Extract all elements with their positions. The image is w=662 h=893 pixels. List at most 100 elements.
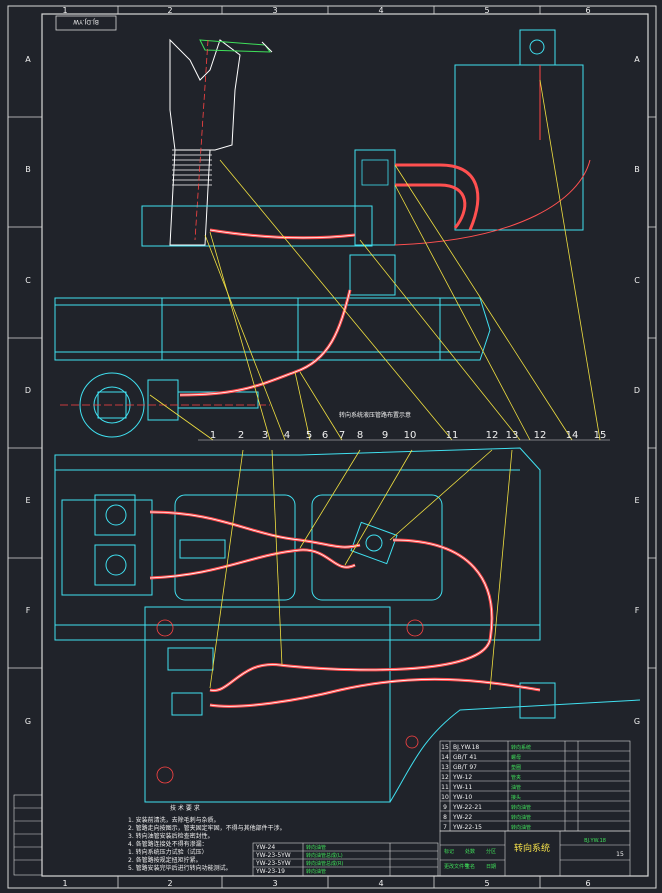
revision-label: 签名 — [465, 863, 475, 870]
column-label: 6 — [585, 6, 590, 15]
callout-number: 7 — [339, 430, 345, 441]
parts-row-name: 转向系统 — [511, 744, 531, 751]
column-centerline — [194, 39, 209, 241]
row-label: G — [634, 717, 640, 726]
column-label: 3 — [272, 879, 277, 888]
parts-row-name: 转向油管 — [511, 804, 531, 811]
lower-list-name: 转向油管 — [306, 868, 326, 875]
parts-row-no: 13 — [441, 764, 449, 771]
inner-border — [41, 13, 649, 877]
leader-lines-lower — [209, 449, 513, 691]
tank-filter — [519, 29, 556, 66]
valve-block-inner — [361, 159, 389, 186]
row-label: C — [634, 276, 640, 285]
parts-row-no: 11 — [441, 784, 449, 791]
parts-row-no: 15 — [441, 744, 449, 751]
parts-row-name: 转向油管 — [511, 814, 531, 821]
parts-row-name: 垫圈 — [511, 764, 521, 771]
lower-list-code: YW-23-5YW — [255, 852, 291, 859]
tank-cap-icon — [529, 39, 545, 55]
callout-number: 11 — [446, 430, 459, 441]
callout-number: 8 — [357, 430, 363, 441]
callout-number: 6 — [322, 430, 328, 441]
column-label: 1 — [62, 879, 67, 888]
callout-number: 4 — [284, 430, 290, 441]
parts-row-code: YW-10 — [452, 794, 472, 801]
column-label: 3 — [272, 6, 277, 15]
parts-row-name: 油管 — [511, 784, 521, 791]
parts-row-no: 7 — [443, 824, 447, 831]
title-block-name: 转向系统 — [514, 842, 550, 854]
lower-list-name: 转向油管 — [306, 844, 326, 851]
revision-label: 处数 — [465, 848, 475, 855]
row-label: B — [25, 165, 31, 174]
column-label: 1 — [62, 6, 67, 15]
callout-number: 13 — [506, 430, 519, 441]
column-label: 4 — [378, 879, 383, 888]
cad-drawing-canvas: BJ.DJ.YW 123456 123456 ABCDEFG ABCDEFG 1… — [0, 0, 662, 893]
note-line: 2. 各管路按规定扭矩拧紧。 — [128, 856, 202, 864]
parts-row-code: GB/T 97 — [453, 764, 477, 771]
parts-row-name: 接头 — [511, 794, 521, 801]
row-label: A — [25, 55, 31, 64]
callout-numbers: 1 2 3 4 5 6 7 8 9 10 11 12 13 12 14 15 — [210, 430, 607, 441]
revision-label: 分区 — [486, 848, 496, 855]
callout-number: 14 — [566, 430, 579, 441]
lower-list: YW-24 转向油管 YW-23-5YW 转向油管总成(L) YW-23-5YW 转向油管… — [255, 844, 343, 875]
callout-number: 15 — [594, 430, 607, 441]
row-label: F — [26, 606, 31, 615]
oil-tank — [454, 64, 584, 231]
zone-ticks — [8, 6, 656, 888]
column-label: 5 — [484, 879, 489, 888]
notes-title: 技 术 要 求 — [170, 804, 200, 812]
note-line: 1. 转向系统压力试验（试压） — [128, 848, 208, 856]
note-line: 1. 安装前清洗，去除毛刺与杂质。 — [128, 816, 220, 824]
parts-row-no: 14 — [441, 754, 449, 761]
parts-row-no: 12 — [441, 774, 449, 781]
note-line: 4. 各管路连接处不得有渗漏： — [128, 840, 208, 848]
title-block-code: BJ.YW.18 — [584, 838, 606, 844]
parts-row-code: YW-22-21 — [452, 804, 482, 811]
row-label: G — [25, 717, 31, 726]
row-label: E — [634, 496, 639, 505]
revision-label: 标记 — [444, 848, 454, 855]
revision-labels: 标记 处数 分区更改文件号签名 日期 — [444, 848, 496, 870]
column-labels-bottom: 1 2 3 4 5 6 — [62, 879, 590, 888]
lower-list-code: YW-23-19 — [255, 868, 285, 875]
valve-block — [354, 149, 396, 246]
parts-row-code: YW-22 — [452, 814, 472, 821]
column-label: 4 — [378, 6, 383, 15]
lower-list-code: YW-24 — [255, 844, 275, 851]
row-label: E — [25, 496, 30, 505]
parts-row-code: YW-11 — [452, 784, 472, 791]
row-label: B — [634, 165, 640, 174]
parts-row-code: YW-12 — [452, 774, 472, 781]
row-label: D — [634, 386, 640, 395]
row-label: D — [25, 386, 31, 395]
note-line: 2. 管路走向按图示，管夹固定牢固，不得与其他部件干涉。 — [128, 824, 286, 832]
callout-number: 10 — [404, 430, 417, 441]
hoses-lower — [149, 510, 541, 708]
callout-number: 9 — [382, 430, 388, 441]
revision-label: 日期 — [486, 864, 496, 870]
row-labels-left: A B C D E F G — [25, 55, 31, 726]
stamp-text: BJ.DJ.YW — [73, 18, 99, 25]
steering-gear-lower — [61, 494, 226, 596]
note-line: 5. 管路安装完毕后进行转向功能测试。 — [128, 864, 232, 872]
parts-row-name: 管夹 — [511, 774, 521, 781]
row-label: C — [25, 276, 31, 285]
callout-number: 12 — [486, 430, 499, 441]
revision-strip — [13, 794, 43, 876]
parts-row-name: 螺母 — [511, 754, 521, 761]
parts-row-no: 10 — [441, 794, 449, 801]
column-label: 2 — [167, 6, 172, 15]
frame-lower — [54, 447, 541, 641]
title-block-sheet: 15 — [616, 851, 624, 858]
cab-floor-frame — [141, 205, 373, 247]
column-label: 2 — [167, 879, 172, 888]
row-label: A — [634, 55, 640, 64]
note-line: 3. 转向油管安装后检查密封性。 — [128, 832, 214, 840]
column-label: 5 — [484, 6, 489, 15]
callout-number: 5 — [306, 430, 312, 441]
steering-column — [169, 38, 273, 246]
